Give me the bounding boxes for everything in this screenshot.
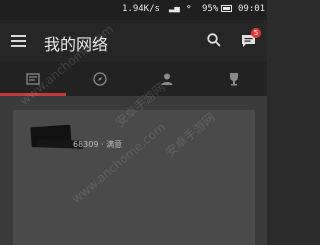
signal-icon: ▂▄ — [169, 3, 180, 13]
list-item-text: 68309 · 满意 — [73, 140, 123, 149]
compass-icon — [93, 72, 107, 86]
clock: 09:01 — [238, 4, 266, 14]
tab-rank[interactable] — [201, 62, 267, 96]
menu-icon[interactable] — [11, 35, 26, 47]
net-speed: 1.94K/s — [122, 4, 160, 14]
notification-badge: 5 — [251, 28, 261, 38]
wifi-icon: ⌔ — [186, 3, 192, 13]
status-bar: 1.94K/s ▂▄ ⌔ 95% 09:01 — [0, 0, 267, 20]
battery-percent: 95% — [202, 4, 219, 14]
app-screen: 1.94K/s ▂▄ ⌔ 95% 09:01 我的网络 5 68309 · 满意… — [0, 0, 267, 245]
toolbar: 我的网络 5 — [0, 20, 267, 62]
battery-icon — [221, 5, 232, 12]
trophy-icon — [230, 73, 238, 86]
tab-discover[interactable] — [67, 62, 133, 96]
list-item[interactable]: 68309 · 满意 — [13, 110, 255, 245]
search-icon[interactable] — [207, 33, 221, 47]
